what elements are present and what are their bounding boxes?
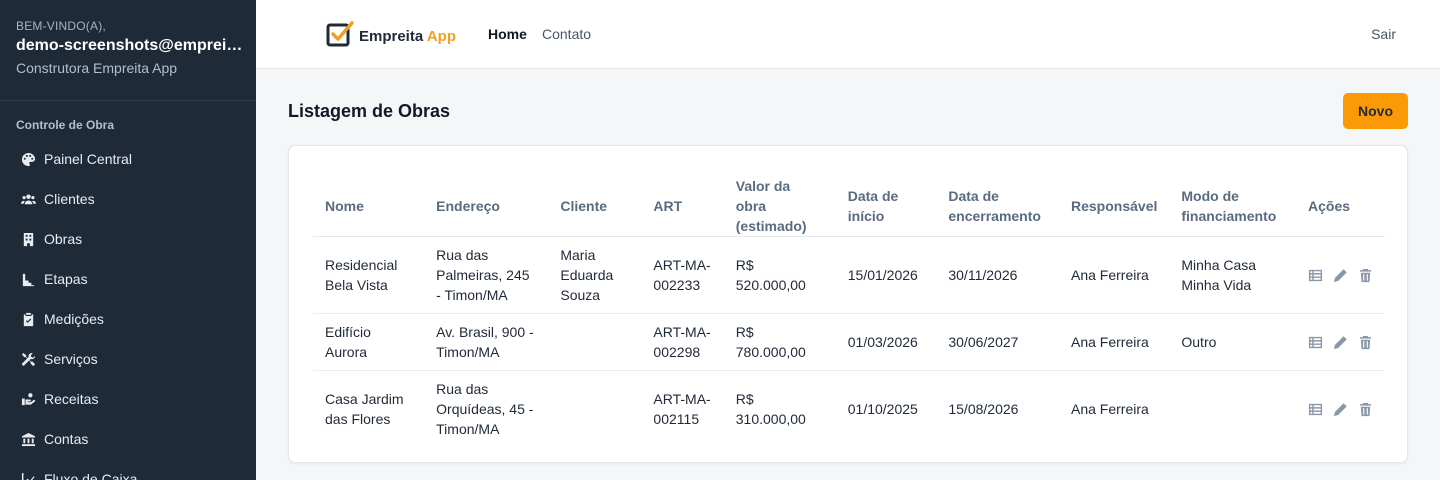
cell-cliente: Maria Eduarda Souza	[548, 236, 642, 314]
cell-cliente	[548, 313, 642, 371]
table-row: Edifício Aurora Av. Brasil, 900 - Timon/…	[313, 313, 1385, 371]
sidebar-item-label: Contas	[44, 431, 89, 447]
sidebar-item-contas[interactable]: Contas	[0, 419, 256, 459]
list-view-icon[interactable]	[1308, 402, 1323, 417]
bank-icon	[20, 431, 36, 447]
sidebar-item-fluxo-de-caixa[interactable]: Fluxo de Caixa	[0, 459, 256, 480]
column-header-data-inicio: Data de início	[835, 176, 937, 237]
cell-endereco: Av. Brasil, 900 - Timon/MA	[424, 313, 549, 371]
trash-icon[interactable]	[1358, 402, 1373, 417]
cell-data-encerramento: 30/06/2027	[936, 313, 1059, 371]
trash-icon[interactable]	[1358, 268, 1373, 283]
cell-responsavel: Ana Ferreira	[1071, 401, 1149, 418]
sidebar-section-title: Controle de Obra	[16, 118, 115, 132]
cell-modo-financiamento	[1169, 371, 1296, 448]
sidebar-item-painel-central[interactable]: Painel Central	[0, 139, 256, 179]
cell-acoes	[1296, 313, 1385, 371]
cell-data-inicio: 15/01/2026	[835, 236, 937, 314]
cell-nome: Edifício Aurora	[313, 313, 425, 371]
cell-responsavel: Ana Ferreira	[1059, 313, 1170, 371]
column-header-responsavel: Responsável	[1059, 176, 1170, 237]
edit-pencil-icon[interactable]	[1333, 402, 1348, 417]
checkbox-logo-icon	[326, 21, 354, 47]
cell-data-inicio: 01/03/2026	[835, 313, 937, 371]
tools-icon	[20, 351, 36, 367]
sidebar-item-label: Receitas	[44, 391, 99, 407]
table-row: Residencial Bela Vista Rua das Palmeiras…	[313, 236, 1385, 314]
user-email: demo-screenshots@empreita...	[16, 37, 244, 54]
sidebar-item-label: Medições	[44, 311, 104, 327]
cell-data-encerramento: 30/11/2026	[936, 236, 1059, 314]
cell-art: ART-MA-002233	[641, 236, 724, 314]
column-header-data-encerramento: Data de encerramento	[936, 176, 1059, 237]
table-header-row: Nome Endereço Cliente ART Valor da obra …	[313, 176, 1385, 237]
nav-link-contato[interactable]: Contato	[542, 26, 591, 42]
company-name: Construtora Empreita App	[16, 60, 178, 76]
sidebar-item-servicos[interactable]: Serviços	[0, 339, 256, 379]
sidebar-item-label: Fluxo de Caixa	[44, 471, 138, 480]
top-navbar: Empreita App Home Contato Sair	[256, 0, 1440, 69]
building-icon	[20, 231, 36, 247]
sidebar-item-obras[interactable]: Obras	[0, 219, 256, 259]
cell-modo-financiamento: Minha Casa Minha Vida	[1169, 236, 1296, 314]
sidebar-item-label: Painel Central	[44, 151, 132, 167]
obras-table: Nome Endereço Cliente ART Valor da obra …	[313, 176, 1385, 448]
clipboard-check-icon	[20, 311, 36, 327]
cell-nome: Residencial Bela Vista	[313, 236, 425, 314]
sidebar: BEM-VINDO(A), demo-screenshots@empreita.…	[0, 0, 256, 480]
new-obra-button[interactable]: Novo	[1343, 93, 1408, 129]
stairs-icon	[20, 271, 36, 287]
column-header-acoes: Ações	[1296, 176, 1385, 237]
user-panel: BEM-VINDO(A), demo-screenshots@empreita.…	[0, 0, 256, 101]
sidebar-item-label: Obras	[44, 231, 83, 247]
table-row: Casa Jardim das Flores Rua das Orquídeas…	[313, 371, 1385, 448]
sidebar-item-medicoes[interactable]: Medições	[0, 299, 256, 339]
sidebar-item-clientes[interactable]: Clientes	[0, 179, 256, 219]
page-title: Listagem de Obras	[288, 101, 451, 121]
users-icon	[20, 191, 36, 207]
cell-valor: R$ 520.000,00	[723, 236, 836, 314]
sidebar-item-receitas[interactable]: Receitas	[0, 379, 256, 419]
brand-name: Empreita App	[359, 27, 456, 45]
cell-endereco: Rua das Palmeiras, 245 - Timon/MA	[424, 236, 549, 314]
cell-nome: Casa Jardim das Flores	[325, 391, 404, 428]
cell-valor: R$ 780.000,00	[723, 313, 836, 371]
hand-coins-icon	[20, 391, 36, 407]
sidebar-item-label: Serviços	[44, 351, 98, 367]
palette-icon	[20, 151, 36, 167]
column-header-nome: Nome	[313, 176, 425, 237]
chart-line-icon	[20, 471, 36, 480]
edit-pencil-icon[interactable]	[1333, 268, 1348, 283]
cell-valor: R$ 310.000,00	[735, 391, 806, 428]
nav-link-home[interactable]: Home	[488, 26, 527, 42]
sidebar-item-label: Clientes	[44, 191, 95, 207]
column-header-valor: Valor da obra (estimado)	[723, 176, 836, 237]
obras-table-card: Nome Endereço Cliente ART Valor da obra …	[288, 145, 1408, 463]
brand-logo[interactable]: Empreita App	[326, 20, 456, 48]
column-header-endereco: Endereço	[424, 176, 549, 237]
cell-acoes	[1296, 236, 1385, 314]
cell-art: ART-MA-002298	[641, 313, 724, 371]
cell-data-encerramento: 15/08/2026	[948, 401, 1019, 418]
cell-endereco: Rua das Orquídeas, 45 - Timon/MA	[436, 381, 534, 438]
cell-cliente	[548, 371, 641, 448]
cell-responsavel: Ana Ferreira	[1059, 236, 1170, 314]
cell-art: ART-MA-002115	[653, 391, 711, 428]
column-header-modo-financiamento: Modo de financiamento	[1169, 176, 1296, 237]
column-header-art: ART	[641, 176, 724, 237]
trash-icon[interactable]	[1358, 335, 1373, 350]
list-view-icon[interactable]	[1308, 335, 1323, 350]
sidebar-item-etapas[interactable]: Etapas	[0, 259, 256, 299]
cell-acoes	[1296, 371, 1385, 448]
cell-data-inicio: 01/10/2025	[847, 401, 918, 418]
edit-pencil-icon[interactable]	[1333, 335, 1348, 350]
logout-link[interactable]: Sair	[1371, 26, 1396, 42]
column-header-cliente: Cliente	[548, 176, 642, 237]
welcome-label: BEM-VINDO(A),	[16, 19, 106, 33]
sidebar-item-label: Etapas	[44, 271, 88, 287]
list-view-icon[interactable]	[1308, 268, 1323, 283]
cell-modo-financiamento: Outro	[1169, 313, 1296, 371]
